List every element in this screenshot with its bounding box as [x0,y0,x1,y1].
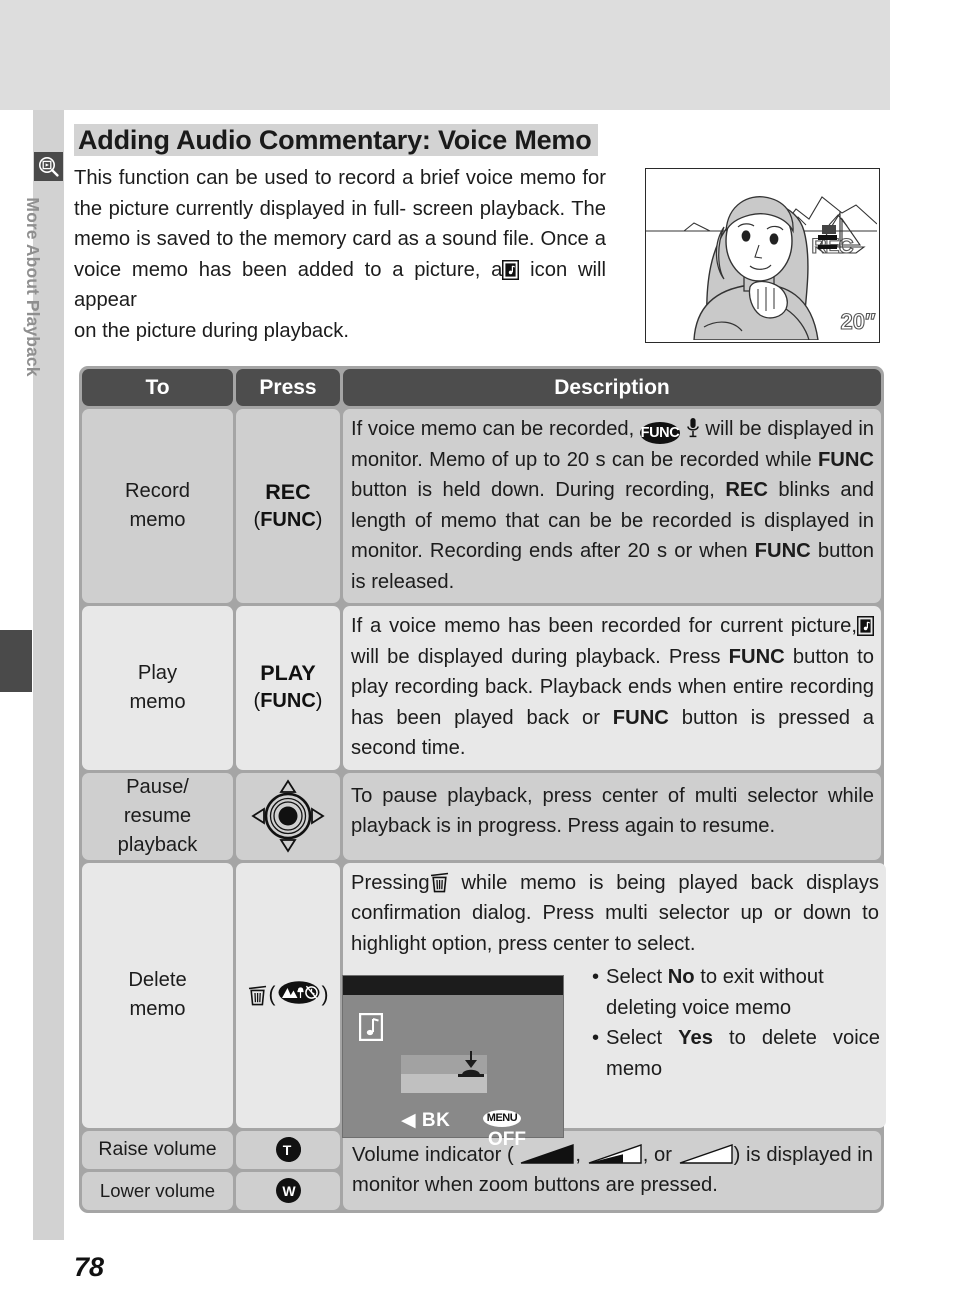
monitor-top-bar [343,976,563,995]
intro-line-1: This function can be used to record a br… [74,167,514,189]
record-memo-line-2: memo [129,509,186,531]
desc-bold-func-1: FUNC [817,448,875,471]
trash-icon [248,984,267,1006]
desc-pause-a: To pause playback, press center of multi… [351,784,874,838]
func-badge-icon: FUNC [639,422,680,444]
delete-line-2: memo [129,998,186,1020]
page-title: Adding Audio Commentary: Voice Memo [74,124,598,156]
table-row: Pause/ resume playback To pause playback… [79,772,884,863]
page-number: 78 [74,1252,105,1282]
volume-half-icon [587,1143,643,1166]
press-play-main: PLAY [260,661,316,686]
back-hint: ◀ BK [401,1109,450,1133]
voice-memo-icon [856,615,875,637]
table-row: Record memo REC (FUNC) If voice memo can… [79,409,884,606]
zoom-wide-button-icon: W [236,1171,340,1210]
microphone-icon [686,417,700,439]
scene-mode-icon [278,980,320,1010]
pause-line-1: Pause/ [126,775,189,798]
menu-off-hint: MENU OFF [483,1110,563,1151]
row-label-lower-volume: Lower volume [82,1171,233,1210]
press-key-multi-selector [236,772,340,860]
camera-monitor-illustration: REC 20″ [645,168,880,343]
press-paren-open: ( [268,983,276,1006]
confirmation-dialog-monitor: ◀ BK MENU OFF [342,975,564,1150]
row-label-pause-resume: Pause/ resume playback [82,772,233,860]
volume-rows: Raise volume T Lower volume W Volume ind… [79,1130,884,1213]
intro-line-6: on the picture during playback. [74,319,349,342]
delete-line-1: Delete [128,969,187,991]
desc-bold-rec: REC [725,479,768,501]
row-label-record-memo: Record memo [82,409,233,603]
desc-play-bold-2: FUNC [612,706,669,729]
svg-text:20″: 20″ [840,309,875,334]
menu-off-label: OFF [488,1129,526,1150]
table-row: Raise volume T [82,1130,340,1169]
menu-badge-icon: MENU [483,1110,521,1127]
list-item: Select Yes to delete voice memo [592,1023,880,1084]
pause-line-2: resume [123,804,192,827]
chapter-edge-tab [0,630,32,692]
desc-play-bold-1: FUNC [728,645,785,668]
sidebar-chapter-label: More About Playback [23,197,43,377]
pause-line-3: playback [117,833,198,856]
vol-sep-2: , or [642,1143,672,1166]
back-label: BK [421,1110,451,1131]
column-header-press: Press [236,369,340,406]
bullet-2-bold: Yes [678,1027,713,1049]
press-key-play: PLAY (FUNC) [236,606,340,770]
record-memo-line-1: Record [124,480,191,502]
table-header-row: To Press Description [79,366,884,409]
press-paren-close: ) [321,983,329,1006]
press-rec-sub: (FUNC) [253,508,323,531]
intro-paragraph: This function can be used to record a br… [74,163,606,346]
list-item: Select No to exit without deleting voice… [592,962,880,1023]
description-record-memo: If voice memo can be recorded, FUNC will… [343,409,881,603]
svg-text:W: W [282,1183,296,1199]
row-label-raise-volume: Raise volume [82,1130,233,1169]
play-memo-line-1: Play [137,661,178,684]
delete-options-list: Select No to exit without deleting voice… [592,962,880,1084]
desc-bold-func-2: FUNC [754,540,811,562]
press-rec-main: REC [265,479,311,504]
play-memo-line-2: memo [129,690,186,713]
page-top-band [0,0,890,110]
press-key-delete: ( ) [236,862,340,1128]
playback-magnifier-icon [34,152,63,181]
multi-selector-icon [247,775,329,857]
yes-no-dialog-box[interactable] [401,1051,487,1093]
bullet-1-bold: No [667,966,695,988]
desc-text-c: button is held down. During recording, [351,479,715,501]
press-play-sub: (FUNC) [253,690,323,713]
voice-memo-icon [502,259,520,280]
table-row: Play memo PLAY (FUNC) If a voice memo ha… [79,606,884,773]
press-key-rec: REC (FUNC) [236,409,340,603]
vol-sep-1: , [575,1143,582,1166]
column-header-to: To [82,369,233,406]
desc-del-a: Pressing [351,871,430,894]
voice-memo-icon [358,1012,384,1042]
row-label-play-memo: Play memo [82,606,233,770]
description-pause-resume: To pause playback, press center of multi… [343,772,881,860]
bullet-2-pre: Select [606,1027,663,1049]
table-row: Lower volume W [82,1171,340,1210]
row-label-delete-memo: Delete memo [82,862,233,1128]
desc-play-a: If a voice memo has been recorded for cu… [351,615,857,637]
svg-text:T: T [282,1142,291,1158]
save-arrow-icon [456,1051,486,1082]
back-arrow-icon: ◀ [401,1110,417,1131]
bullet-1-pre: Select [606,966,663,988]
desc-text-a: If voice memo can be recorded, [351,418,635,440]
description-volume: Volume indicator ( , , or ) is displayed… [343,1130,881,1210]
monitor-bottom-hints: ◀ BK MENU OFF [343,1109,563,1150]
description-play-memo: If a voice memo has been recorded for cu… [343,606,881,770]
desc-play-b: will be displayed during playback. Press [351,645,721,668]
zoom-tele-button-icon: T [236,1130,340,1169]
volume-empty-icon [678,1143,734,1166]
trash-icon [430,871,449,893]
intro-line-5a: has been added to a picture, a [198,258,503,281]
column-header-description: Description [343,369,881,406]
